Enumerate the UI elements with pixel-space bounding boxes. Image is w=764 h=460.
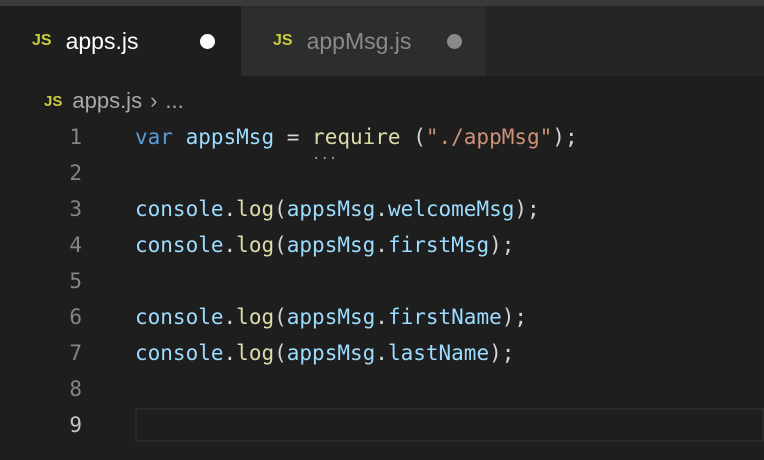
token: appsMsg	[286, 305, 376, 329]
token: (	[400, 125, 426, 149]
line-number: 8	[69, 377, 82, 401]
line-number: 7	[69, 341, 82, 365]
token: var	[135, 125, 173, 149]
token: .	[375, 341, 388, 365]
token: log	[236, 197, 275, 221]
breadcrumb-file[interactable]: apps.js	[72, 88, 142, 114]
line-number: 6	[69, 305, 82, 329]
token: );	[489, 233, 515, 257]
token: .	[375, 197, 388, 221]
token: console	[135, 197, 224, 221]
token: appsMsg	[286, 197, 376, 221]
token: (	[274, 341, 287, 365]
js-file-icon: JS	[32, 32, 52, 49]
code-line: 7 console.log(appsMsg.lastName);	[0, 335, 764, 371]
token: log	[236, 233, 275, 257]
line-number: 2	[69, 161, 82, 185]
line-number: 1	[69, 125, 82, 149]
tab-appmsg-js[interactable]: JS appMsg.js	[241, 6, 486, 76]
token: require	[312, 125, 401, 149]
token: =	[274, 125, 313, 149]
token: welcomeMsg	[387, 197, 515, 221]
code-line: 3 console.log(appsMsg.welcomeMsg);	[0, 191, 764, 227]
token: );	[552, 125, 578, 149]
token: appsMsg	[185, 125, 275, 149]
code-editor[interactable]: 1var appsMsg = require ("./appMsg"); 2 3…	[0, 119, 764, 443]
code-line: 4 console.log(appsMsg.firstMsg);	[0, 227, 764, 263]
token: log	[236, 341, 275, 365]
breadcrumb: JS apps.js › ...	[44, 86, 184, 116]
token: "./appMsg"	[425, 125, 553, 149]
tab-apps-js[interactable]: JS apps.js	[0, 6, 241, 76]
code-line: 5	[0, 263, 764, 299]
token: .	[223, 197, 237, 221]
token: .	[375, 305, 388, 329]
tab-label: apps.js	[65, 27, 139, 54]
code-line: 2	[0, 155, 764, 191]
token: .	[375, 233, 388, 257]
token: console	[135, 305, 224, 329]
code-line: 8	[0, 371, 764, 407]
token: console	[135, 341, 224, 365]
line-number: 3	[69, 197, 82, 221]
code-line-current: 9	[0, 407, 764, 443]
token: .	[223, 233, 237, 257]
unsaved-dot-icon[interactable]	[447, 34, 462, 49]
token: firstMsg	[387, 233, 490, 257]
token: );	[501, 305, 528, 329]
token: .	[223, 341, 237, 365]
chevron-right-icon: ›	[150, 88, 158, 113]
token: .	[223, 305, 237, 329]
token: appsMsg	[286, 233, 376, 257]
js-file-icon: JS	[44, 92, 63, 110]
tab-label: appMsg.js	[306, 27, 412, 54]
token: log	[236, 305, 275, 329]
token: (	[274, 305, 287, 329]
token: (	[274, 197, 287, 221]
token: );	[514, 197, 540, 221]
token: appsMsg	[286, 341, 376, 365]
unsaved-dot-icon[interactable]	[200, 34, 215, 49]
line-number: 9	[69, 413, 82, 437]
tab-bar: JS apps.js JS appMsg.js	[0, 6, 764, 76]
token: firstName	[387, 305, 502, 329]
token: (	[274, 233, 287, 257]
code-line: 1 var appsMsg = require ("./appMsg");	[0, 119, 764, 155]
breadcrumb-symbols[interactable]: ...	[165, 88, 183, 114]
js-file-icon: JS	[273, 32, 293, 49]
code-line: 6 console.log(appsMsg.firstName);	[0, 299, 764, 335]
token: console	[135, 233, 224, 257]
token: );	[489, 341, 515, 365]
token: lastName	[387, 341, 490, 365]
current-line-highlight	[135, 408, 764, 442]
line-number: 5	[69, 269, 82, 293]
line-number: 4	[69, 233, 82, 257]
